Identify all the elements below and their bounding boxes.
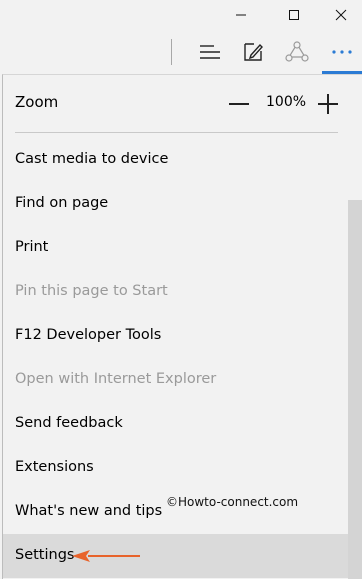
menu-item-f12-developer-tools[interactable]: F12 Developer Tools	[3, 314, 349, 358]
menu-item-label: Pin this page to Start	[15, 283, 168, 299]
menu-item-label: Print	[15, 239, 49, 255]
zoom-in-button[interactable]	[318, 93, 340, 115]
maximize-button[interactable]	[271, 0, 317, 30]
menu-item-extensions[interactable]: Extensions	[3, 446, 349, 490]
web-note-icon	[244, 43, 263, 61]
web-note-button[interactable]	[238, 30, 268, 74]
hub-button[interactable]	[193, 30, 227, 74]
pointer-arrow-icon	[72, 550, 140, 562]
maximize-icon	[289, 10, 299, 20]
close-icon	[335, 9, 347, 21]
menu-item-send-feedback[interactable]: Send feedback	[3, 402, 349, 446]
menu-item-label: What's new and tips	[15, 503, 163, 519]
menu-item-label: F12 Developer Tools	[15, 327, 162, 343]
menu-item-label: Send feedback	[15, 415, 123, 431]
share-button[interactable]	[283, 30, 311, 74]
zoom-out-button[interactable]	[229, 93, 251, 115]
share-icon	[285, 41, 309, 62]
toolbar-separator	[171, 39, 172, 65]
browser-toolbar	[0, 30, 362, 74]
menu-item-print[interactable]: Print	[3, 226, 349, 270]
minimize-button[interactable]	[218, 0, 264, 30]
menu-item-label: Settings	[15, 547, 75, 563]
menu-item-label: Open with Internet Explorer	[15, 371, 217, 387]
menu-item-open-with-ie: Open with Internet Explorer	[3, 358, 349, 402]
close-button[interactable]	[318, 0, 362, 30]
menu-scrollbar[interactable]	[348, 200, 362, 579]
menu-item-label: Cast media to device	[15, 151, 169, 167]
menu-item-label: Find on page	[15, 195, 109, 211]
zoom-row: Zoom 100%	[3, 75, 349, 132]
menu-divider	[15, 132, 338, 133]
zoom-label: Zoom	[15, 93, 59, 111]
more-actions-icon	[332, 50, 352, 54]
minimize-icon	[236, 14, 246, 16]
hub-icon	[200, 45, 220, 59]
menu-item-settings[interactable]: Settings	[3, 534, 349, 578]
title-bar	[0, 0, 362, 30]
menu-item-cast-media[interactable]: Cast media to device	[3, 138, 349, 182]
menu-item-find-on-page[interactable]: Find on page	[3, 182, 349, 226]
watermark: ©Howto-connect.com	[166, 495, 299, 509]
zoom-value: 100%	[266, 94, 307, 110]
menu-item-pin-to-start: Pin this page to Start	[3, 270, 349, 314]
more-actions-button[interactable]	[322, 30, 362, 74]
menu-item-label: Extensions	[15, 459, 94, 475]
